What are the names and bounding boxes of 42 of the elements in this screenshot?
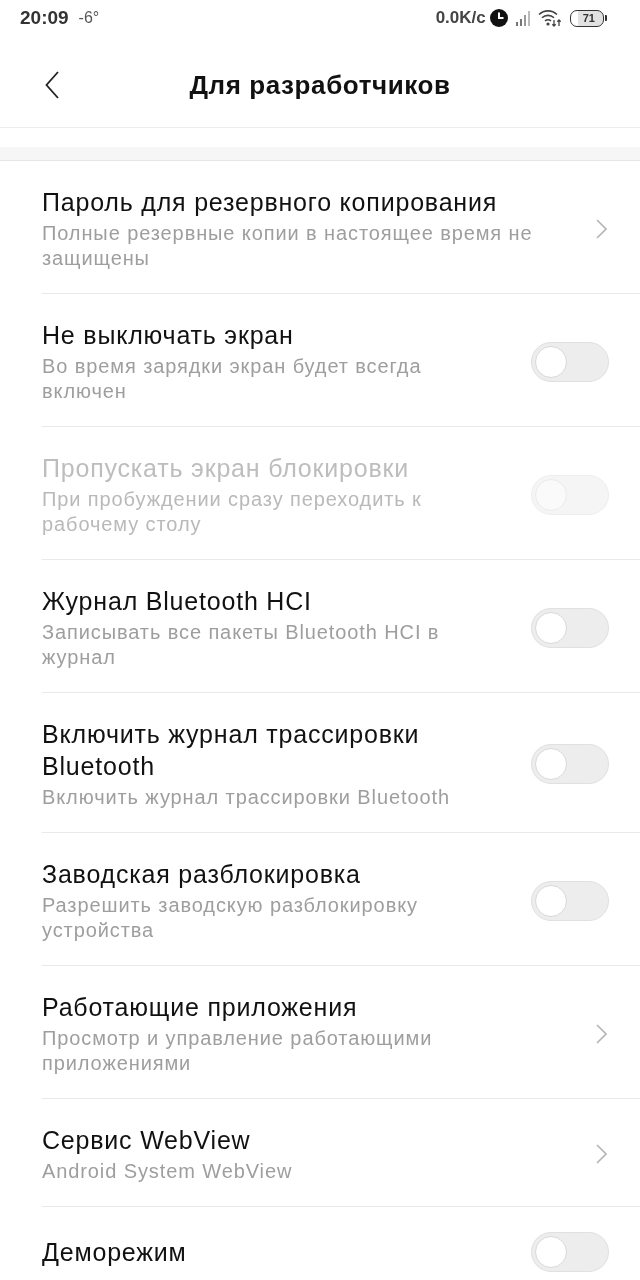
chevron-right-icon (596, 218, 607, 239)
setting-title: Не выключать экран (42, 320, 295, 351)
signal-icon (515, 10, 530, 26)
wifi-icon (537, 9, 562, 27)
temperature-text: -6° (78, 8, 100, 28)
setting-title: Работающие приложения (42, 992, 359, 1023)
setting-title: Заводская разблокировка (42, 859, 362, 890)
setting-description: Разрешить заводскую разблокировку устройства (42, 893, 419, 943)
settings-row[interactable]: Сервис WebView Android System WebView (42, 1099, 640, 1207)
settings-row[interactable]: Заводская разблокировка Разрешить заводскую разблокировку устройства (42, 833, 640, 966)
setting-description: Android System WebView (42, 1159, 294, 1184)
settings-row[interactable]: Деморежим (42, 1207, 640, 1280)
setting-description: Просмотр и управление работающими приложениями (42, 1026, 434, 1076)
clock-icon (489, 9, 508, 27)
setting-description: Включить журнал трассировки Bluetooth (42, 785, 451, 810)
toggle-switch[interactable] (531, 744, 609, 784)
toggle-switch[interactable] (531, 341, 609, 382)
setting-title: Пароль для резервного копирования (42, 187, 499, 218)
page-title: Для разработчиков (189, 69, 451, 102)
chevron-right-icon (596, 1023, 607, 1044)
setting-description: При пробуждении сразу переходить к рабочему столу (42, 487, 423, 537)
settings-row[interactable]: Включить журнал трассировки Bluetooth Включить журнал трассировки Bluetooth (42, 693, 640, 833)
toggle-switch[interactable] (531, 607, 609, 648)
status-time: 20:09 (20, 5, 69, 30)
setting-title: Журнал Bluetooth HCI (42, 586, 313, 617)
toggle-switch[interactable] (531, 880, 609, 921)
setting-title: Включить журнал трассировки Bluetooth (42, 719, 421, 782)
setting-title: Пропускать экран блокировки (42, 453, 410, 484)
setting-title: Сервис WebView (42, 1125, 252, 1156)
battery-indicator: 71 (569, 9, 604, 27)
settings-row[interactable]: Не выключать экран Во время зарядки экран будет всегда включен (42, 294, 640, 427)
toggle-switch[interactable] (531, 1232, 609, 1272)
setting-description: Во время зарядки экран будет всегда включен (42, 354, 423, 404)
setting-description: Записывать все пакеты Bluetooth HCI в журнал (42, 620, 441, 670)
settings-row[interactable]: Работающие приложения Просмотр и управление работающими приложениями (42, 966, 640, 1099)
setting-description: Полные резервные копии в настоящее время не защищены (42, 221, 534, 271)
settings-row[interactable]: Журнал Bluetooth HCI Записывать все пакеты Bluetooth HCI в журнал (42, 560, 640, 693)
chevron-right-icon (596, 1144, 607, 1164)
network-speed-text: 0.0K/с (435, 7, 486, 30)
back-chevron-icon (45, 71, 59, 99)
setting-title: Деморежим (42, 1237, 188, 1268)
settings-row[interactable]: Пароль для резервного копирования Полные резервные копии в настоящее время не защищены (42, 161, 640, 294)
